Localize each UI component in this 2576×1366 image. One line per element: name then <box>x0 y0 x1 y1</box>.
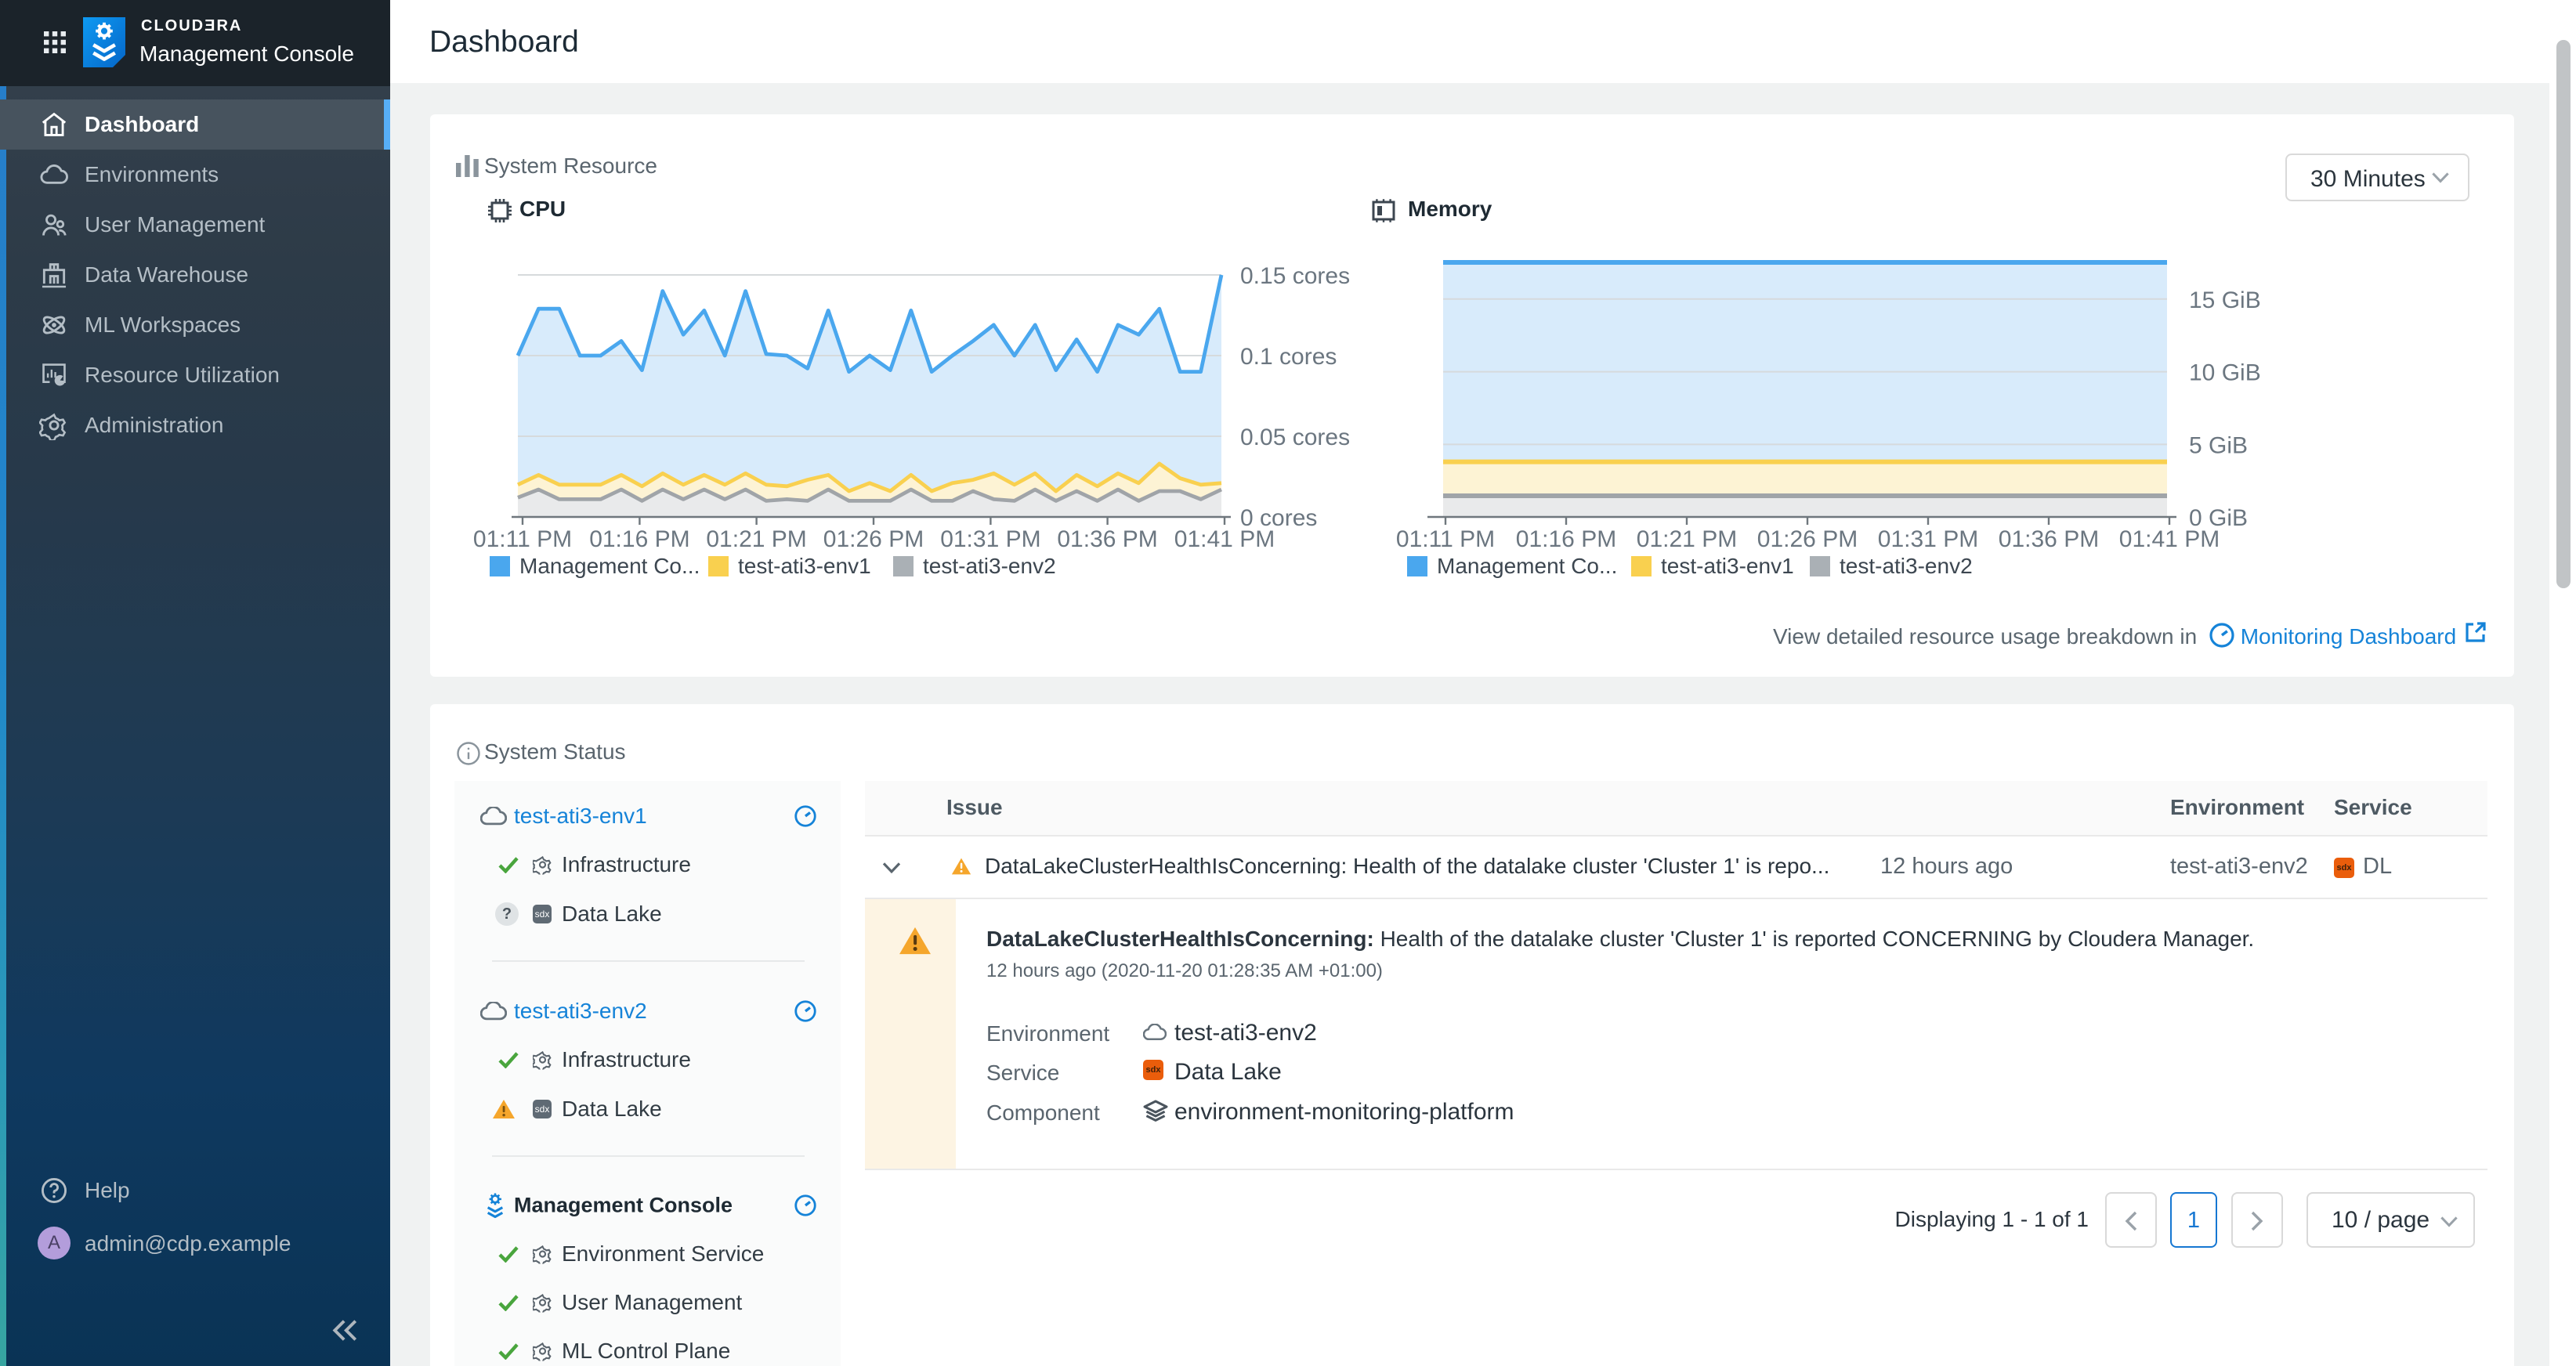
svg-text:5 GiB: 5 GiB <box>2189 432 2248 458</box>
svg-text:01:31 PM: 01:31 PM <box>1878 526 1978 552</box>
svg-text:01:16 PM: 01:16 PM <box>1516 526 1616 552</box>
svg-text:01:16 PM: 01:16 PM <box>589 526 689 552</box>
svg-text:0.1 cores: 0.1 cores <box>1240 344 1337 370</box>
svg-text:01:26 PM: 01:26 PM <box>1757 526 1858 552</box>
svg-text:15 GiB: 15 GiB <box>2189 287 2261 313</box>
svg-text:0 GiB: 0 GiB <box>2189 505 2248 531</box>
svg-text:01:11 PM: 01:11 PM <box>473 526 572 552</box>
svg-text:01:31 PM: 01:31 PM <box>940 526 1040 552</box>
svg-text:0 cores: 0 cores <box>1240 505 1317 531</box>
svg-text:10 GiB: 10 GiB <box>2189 360 2261 386</box>
svg-text:01:36 PM: 01:36 PM <box>1057 526 1157 552</box>
svg-text:0.05 cores: 0.05 cores <box>1240 425 1350 450</box>
svg-text:01:11 PM: 01:11 PM <box>1396 526 1495 552</box>
svg-text:01:21 PM: 01:21 PM <box>706 526 806 552</box>
svg-text:01:21 PM: 01:21 PM <box>1637 526 1737 552</box>
svg-text:01:36 PM: 01:36 PM <box>1999 526 2099 552</box>
svg-text:0.15 cores: 0.15 cores <box>1240 263 1350 289</box>
svg-text:01:26 PM: 01:26 PM <box>823 526 924 552</box>
